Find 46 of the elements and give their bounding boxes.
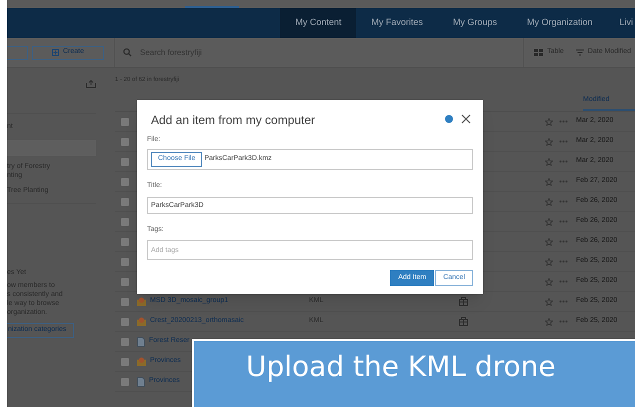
map-pin-icon [137,297,146,306]
favorite-star-icon[interactable] [545,238,553,246]
nav-tab[interactable]: My Groups [438,8,512,38]
row-checkbox[interactable] [121,378,129,386]
row-checkbox[interactable] [121,318,129,326]
search-icon [123,48,132,57]
favorite-star-icon[interactable] [545,178,553,186]
map-pin-icon [137,317,146,326]
favorite-star-icon[interactable] [545,218,553,226]
row-checkbox[interactable] [121,338,129,346]
help-icon[interactable] [445,114,453,122]
favorite-star-icon[interactable] [545,118,553,126]
map-pin-icon [137,357,146,366]
table-icon [534,49,544,56]
upload-icon [86,80,96,88]
dialog-title: Add an item from my computer [150,112,316,129]
favorite-star-icon[interactable] [545,158,553,166]
row-checkbox[interactable] [121,158,129,166]
row-checkbox[interactable] [121,258,129,266]
row-checkbox[interactable] [121,118,129,126]
nav-tab[interactable]: My Content [280,8,356,38]
row-checkbox[interactable] [121,298,129,306]
favorite-star-icon[interactable] [545,278,553,286]
document-icon [137,376,145,386]
row-checkbox[interactable] [121,358,129,366]
close-icon[interactable] [461,114,471,124]
nav-tab[interactable]: My Favorites [356,8,438,38]
nav-tab[interactable]: Livi [607,8,635,38]
favorite-star-icon[interactable] [545,258,553,266]
favorite-star-icon[interactable] [545,198,553,206]
sort-icon [576,49,584,56]
document-icon [137,336,145,346]
sidebar-highlight-row[interactable] [7,140,96,156]
plus-box-icon [52,49,59,56]
caption-text: Upload the KML drone [246,351,557,383]
row-checkbox[interactable] [121,178,129,186]
row-checkbox[interactable] [121,198,129,206]
toolbar-button[interactable] [7,46,28,60]
row-checkbox[interactable] [121,138,129,146]
favorite-star-icon[interactable] [545,298,553,306]
row-checkbox[interactable] [121,238,129,246]
favorite-star-icon[interactable] [545,318,553,326]
row-checkbox[interactable] [121,218,129,226]
nav-tab[interactable]: My Organization [512,8,608,38]
favorite-star-icon[interactable] [545,138,553,146]
row-checkbox[interactable] [121,278,129,286]
